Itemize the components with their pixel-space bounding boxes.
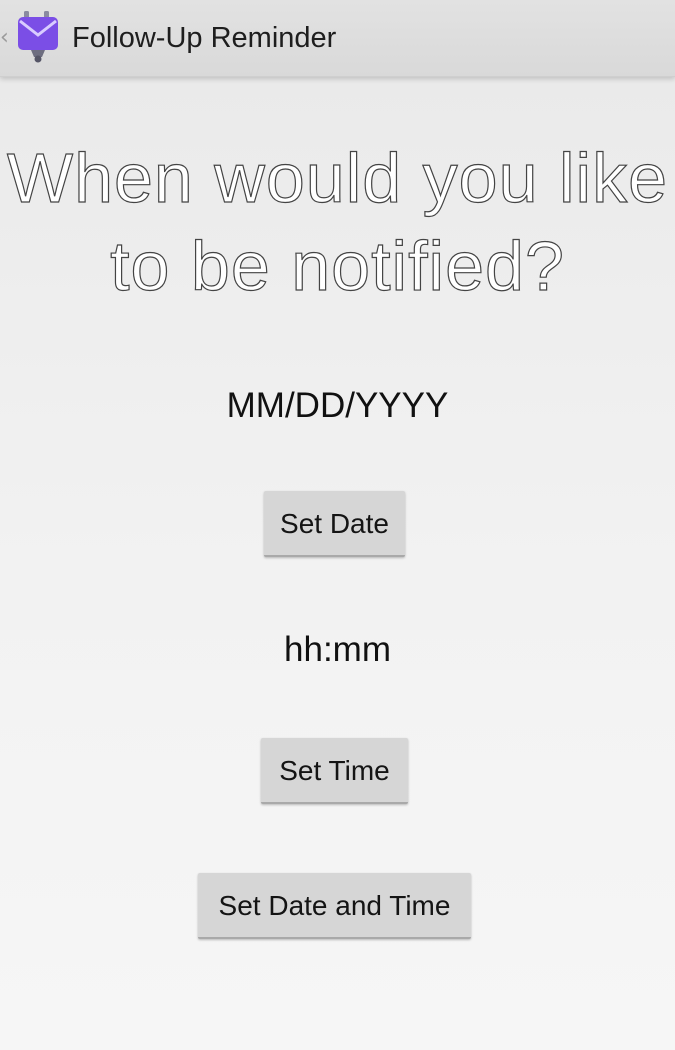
up-navigation-icon[interactable]: ‹	[0, 22, 12, 54]
date-value: MM/DD/YYYY	[226, 386, 449, 425]
notification-prompt: When would you like to be notified?	[6, 138, 668, 305]
set-time-button[interactable]: Set Time	[261, 738, 408, 804]
envelope-robot-icon[interactable]	[14, 11, 62, 63]
set-date-button[interactable]: Set Date	[264, 491, 405, 557]
set-date-and-time-button[interactable]: Set Date and Time	[198, 873, 471, 939]
action-bar: ‹ Follow-Up Reminder	[0, 0, 675, 77]
time-value: hh:mm	[284, 630, 391, 669]
app-title: Follow-Up Reminder	[72, 22, 337, 54]
